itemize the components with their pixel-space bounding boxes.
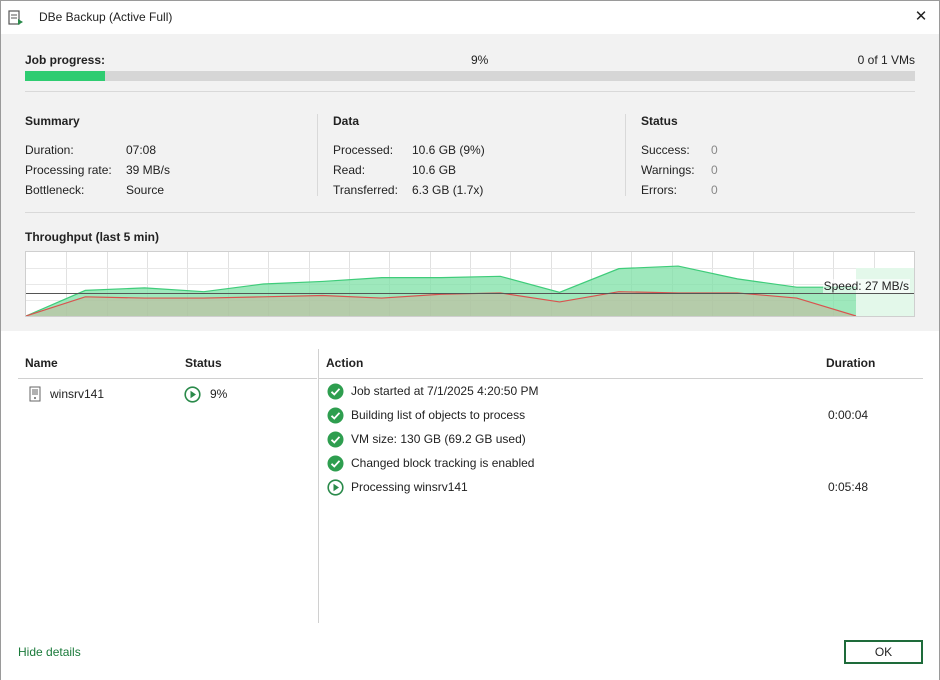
action-text: Building list of objects to process xyxy=(351,408,526,422)
divider xyxy=(18,378,317,379)
processed-label: Processed: xyxy=(333,143,394,157)
duration-value: 07:08 xyxy=(126,143,157,157)
processed-value: 10.6 GB (9%) xyxy=(412,143,485,157)
action-row[interactable]: VM size: 130 GB (69.2 GB used) xyxy=(327,431,917,451)
throughput-title: Throughput (last 5 min) xyxy=(25,230,159,244)
details-panel: Name Status Action Duration winsrv141 9% xyxy=(1,331,939,680)
action-column-header[interactable]: Action xyxy=(326,356,363,370)
success-icon xyxy=(327,383,344,400)
success-icon xyxy=(327,407,344,424)
play-icon xyxy=(184,386,201,403)
job-progress-count: 0 of 1 VMs xyxy=(857,53,915,67)
vm-list-item[interactable]: winsrv141 9% xyxy=(26,386,316,406)
server-icon xyxy=(29,386,41,402)
transferred-value: 6.3 GB (1.7x) xyxy=(412,183,484,197)
job-progress-label: Job progress: xyxy=(25,53,106,67)
action-text: Changed block tracking is enabled xyxy=(351,456,535,470)
warnings-value: 0 xyxy=(711,163,718,177)
success-value: 0 xyxy=(711,143,718,157)
read-label: Read: xyxy=(333,163,366,177)
summary-section: Summary Duration: 07:08 Processing rate: 3… xyxy=(25,114,305,200)
status-column-header[interactable]: Status xyxy=(185,356,222,370)
action-duration: 0:05:48 xyxy=(828,480,869,494)
success-label: Success: xyxy=(641,143,690,157)
play-icon xyxy=(327,479,344,496)
divider xyxy=(25,212,915,213)
divider xyxy=(25,91,915,92)
progress-panel: Job progress: 9% 0 of 1 VMs Summary Dura… xyxy=(1,34,939,331)
pane-splitter[interactable] xyxy=(318,349,319,623)
divider xyxy=(319,378,923,379)
status-heading: Status xyxy=(641,114,678,128)
job-progress-fill xyxy=(25,71,106,81)
bottleneck-value: Source xyxy=(126,183,165,197)
data-section: Data Processed: 10.6 GB (9%) Read: 10.6 GB… xyxy=(333,114,613,200)
divider xyxy=(625,114,626,196)
action-row[interactable]: Building list of objects to process 0:00… xyxy=(327,407,917,427)
throughput-chart: Speed: 27 MB/s xyxy=(25,251,915,317)
bottleneck-label: Bottleneck: xyxy=(25,183,85,197)
ok-button[interactable]: OK xyxy=(844,640,923,664)
transferred-label: Transferred: xyxy=(333,183,398,197)
processing-rate-value: 39 MB/s xyxy=(126,163,171,177)
action-row[interactable]: Job started at 7/1/2025 4:20:50 PM xyxy=(327,383,917,403)
job-progress-percent: 9% xyxy=(471,53,489,67)
data-heading: Data xyxy=(333,114,360,128)
action-duration: 0:00:04 xyxy=(828,408,869,422)
action-text: VM size: 130 GB (69.2 GB used) xyxy=(351,432,526,446)
action-row[interactable]: Processing winsrv141 0:05:48 xyxy=(327,479,917,499)
read-value: 10.6 GB xyxy=(412,163,457,177)
success-icon xyxy=(327,455,344,472)
processing-rate-label: Processing rate: xyxy=(25,163,112,177)
job-progress-bar xyxy=(25,71,915,81)
backup-job-icon xyxy=(8,10,23,25)
status-section: Status Success: 0 Warnings: 0 Errors: 0 xyxy=(641,114,911,200)
dialog-window: DBe Backup (Active Full) ✕ Job progress:… xyxy=(0,0,940,680)
success-icon xyxy=(327,431,344,448)
title-bar: DBe Backup (Active Full) ✕ xyxy=(1,1,939,34)
warnings-label: Warnings: xyxy=(641,163,695,177)
vm-name: winsrv141 xyxy=(50,387,105,401)
hide-details-link[interactable]: Hide details xyxy=(18,645,81,659)
name-column-header[interactable]: Name xyxy=(25,356,58,370)
throughput-chart-svg xyxy=(26,252,914,316)
window-title: DBe Backup (Active Full) xyxy=(39,10,173,24)
close-icon[interactable]: ✕ xyxy=(913,7,929,25)
action-row[interactable]: Changed block tracking is enabled xyxy=(327,455,917,475)
speed-label: Speed: 27 MB/s xyxy=(822,279,910,293)
errors-value: 0 xyxy=(711,183,718,197)
action-text: Job started at 7/1/2025 4:20:50 PM xyxy=(351,384,539,398)
divider xyxy=(317,114,318,196)
vm-status: 9% xyxy=(210,387,228,401)
errors-label: Errors: xyxy=(641,183,677,197)
action-text: Processing winsrv141 xyxy=(351,480,468,494)
duration-column-header[interactable]: Duration xyxy=(826,356,875,370)
summary-heading: Summary xyxy=(25,114,80,128)
duration-label: Duration: xyxy=(25,143,74,157)
